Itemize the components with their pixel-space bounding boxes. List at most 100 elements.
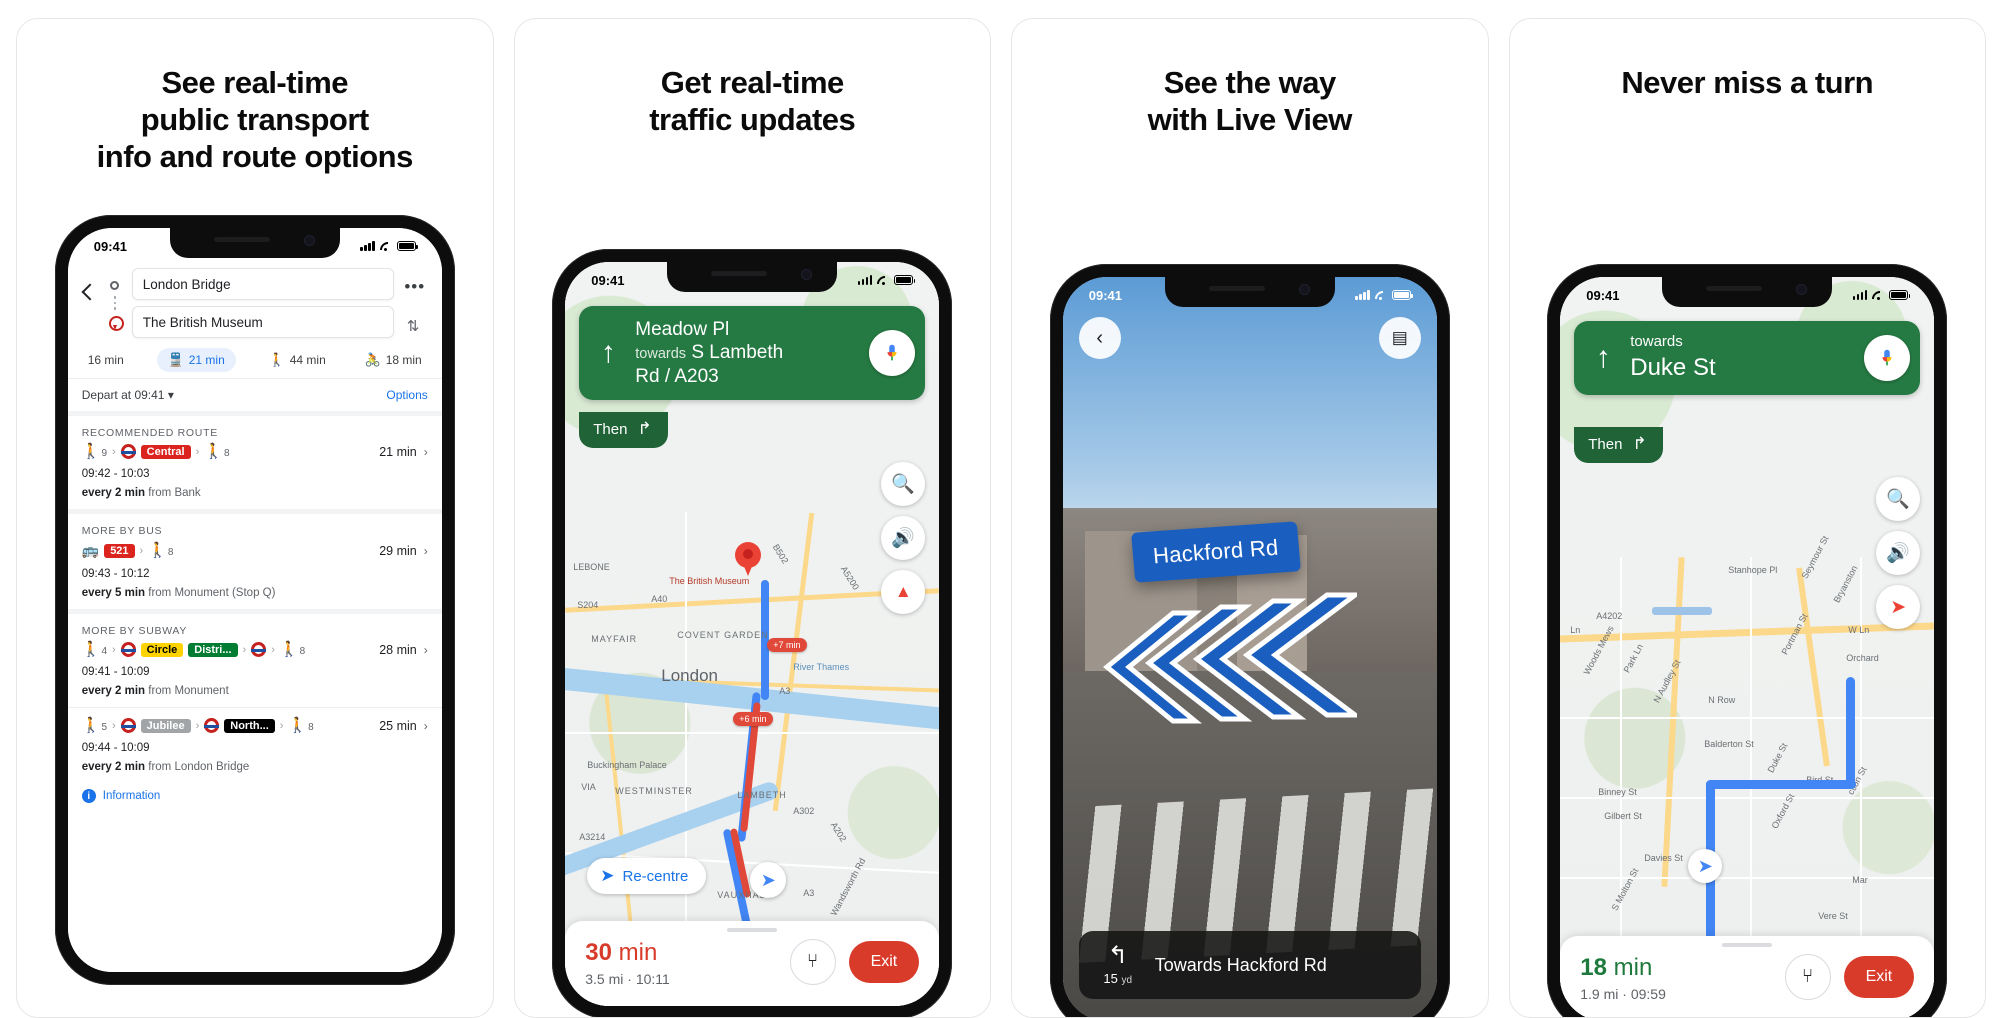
mode-transit-label: 21 min (188, 353, 225, 367)
map-label: A302 (793, 806, 815, 816)
walk-icon: 🚶 (268, 352, 285, 367)
nav-street: Meadow Pl (635, 319, 730, 340)
underground-icon (251, 642, 267, 657)
panel-transit: See real-time public transport info and … (16, 18, 494, 1018)
map-label: LEBONE (573, 562, 610, 572)
recentre-button[interactable]: ➤ Re-centre (587, 858, 707, 894)
route-summary: 🚶 4 › Circle Distri... › › 🚶 8 28 min › (82, 642, 428, 657)
speaker-icon[interactable]: 🔊 (1876, 531, 1921, 575)
search-actions: ••• ⇅ (400, 268, 430, 335)
search-icon[interactable]: 🔍 (881, 462, 926, 506)
navigation-bottom-sheet-2[interactable]: 30 min 3.5 mi · 10:11 ⑂ Exit (565, 920, 940, 1006)
alternate-routes-icon[interactable]: ⑂ (1784, 954, 1831, 1001)
microphone-icon[interactable] (1864, 334, 1911, 381)
leg-separator: › (112, 445, 116, 458)
route-fields: London Bridge The British Museum (131, 268, 394, 338)
phone-notch (667, 262, 838, 292)
compass-icon[interactable]: ▲ (881, 570, 926, 614)
transit-directions-body: London Bridge The British Museum ••• ⇅ 1… (67, 228, 442, 972)
route-duration: 25 min › (379, 718, 428, 733)
map-label: WESTMINSTER (615, 786, 693, 796)
origin-input[interactable]: London Bridge (131, 268, 394, 300)
information-label: Information (102, 790, 161, 802)
straight-arrow-icon: ↑ (600, 336, 616, 370)
exit-button[interactable]: Exit (1843, 956, 1915, 999)
mode-transit[interactable]: 🚆 21 min (156, 348, 236, 372)
eta-detail: 3.5 mi · 10:11 (585, 970, 670, 987)
route-row[interactable]: 🚶 5 › Jubilee › North... › 🚶 8 25 min › … (68, 708, 442, 783)
map-label-city: London (661, 666, 718, 685)
alternate-routes-icon[interactable]: ⑂ (789, 939, 836, 986)
walk-leg: 🚶 9 (81, 443, 107, 460)
destination-input[interactable]: The British Museum (131, 306, 394, 338)
bottom-sheet-actions: ⑂ Exit (1784, 954, 1915, 1001)
traffic-delay-badge: +7 min (767, 638, 807, 652)
nav-towards-2: Rd / A203 (635, 365, 719, 387)
map-label: LAMBETH (737, 790, 787, 800)
mode-drive[interactable]: 16 min (82, 349, 130, 371)
depart-time-selector[interactable]: Depart at 09:41 ▾ (82, 388, 174, 402)
route-row[interactable]: 🚌 521 › 🚶 8 29 min › 09:43 - 10:12 every… (68, 539, 442, 609)
speaker-icon[interactable]: 🔊 (881, 516, 926, 560)
panel-traffic: Get real-time traffic updates LEBONE S20… (513, 18, 991, 1018)
mode-bike[interactable]: 🚴 18 min (359, 348, 428, 372)
map-label: Gilbert St (1604, 811, 1642, 821)
route-row[interactable]: 🚶 9 › Central › 🚶 8 21 min › 09:42 - 10:… (68, 441, 442, 509)
streetview-card-icon[interactable]: ▤ (1378, 317, 1421, 359)
mode-walk[interactable]: 🚶 44 min (263, 348, 332, 372)
walk-leg: 🚶 8 (204, 443, 230, 460)
map-label: Davies St (1644, 853, 1683, 863)
phone-mockup-1: 09:41 London Bridge The British Museum •… (54, 215, 455, 985)
mode-bike-label: 18 min (385, 353, 422, 367)
map-label: Buckingham Palace (587, 760, 667, 770)
options-link[interactable]: Options (386, 388, 427, 402)
walk-leg: 🚶 8 (288, 717, 314, 734)
phone-screen-3: 09:41 ‹ ▤ Hackford Rd ↰ 15 yd Towards Ha… (1062, 277, 1437, 1017)
current-location-marker: ➤ (750, 862, 787, 898)
travel-mode-tabs: 16 min 🚆 21 min 🚶 44 min 🚴 18 min (68, 344, 442, 378)
navigation-arrow-icon[interactable]: ➤ (1876, 585, 1921, 629)
walk-icon: 🚶 (81, 717, 101, 734)
phone-mockup-2: LEBONE S204 MAYFAIR A40 B502 A5200 COVEN… (552, 249, 953, 1017)
route-summary: 🚶 9 › Central › 🚶 8 21 min › (82, 444, 428, 459)
straight-arrow-icon: ↑ (1595, 340, 1611, 374)
then-label: Then (593, 420, 628, 438)
map-controls-4: 🔍 🔊 ➤ (1876, 477, 1921, 629)
recentre-label: Re-centre (622, 867, 689, 885)
route-duration: 28 min › (379, 642, 428, 657)
nav-instruction-text: towards Duke St (1630, 333, 1854, 383)
route-times: 09:42 - 10:03 (81, 468, 150, 480)
phone-screen-1: 09:41 London Bridge The British Museum •… (67, 228, 442, 972)
route-frequency: every 2 min from Bank (81, 487, 201, 499)
walk-icon: 🚶 (279, 641, 299, 658)
route-legs: 🚶 9 › Central › 🚶 8 (82, 444, 230, 459)
chevron-right-icon: › (423, 718, 428, 733)
map-label: A3 (779, 686, 791, 696)
route-times: 09:44 - 10:09 (81, 742, 150, 754)
back-arrow-icon[interactable] (78, 282, 98, 302)
map-label: COVENT GARDEN (677, 630, 769, 640)
back-chevron-icon[interactable]: ‹ (1078, 317, 1121, 359)
search-icon[interactable]: 🔍 (1876, 477, 1921, 521)
microphone-icon[interactable] (869, 330, 916, 377)
chevron-right-icon: › (423, 444, 428, 459)
navigation-bottom-sheet-4[interactable]: 18 min 1.9 mi · 09:59 ⑂ Exit (1560, 935, 1935, 1017)
route-group-subway: MORE BY SUBWAY 🚶 4 › Circle Distri... › … (67, 614, 442, 813)
phone-notch (1164, 277, 1335, 307)
route-search-header: London Bridge The British Museum ••• ⇅ (68, 260, 442, 344)
then-next-turn: Then ↱ (1574, 427, 1663, 463)
bike-icon: 🚴 (364, 352, 381, 367)
ellipsis-icon[interactable]: ••• (404, 278, 425, 295)
route-row[interactable]: 🚶 4 › Circle Distri... › › 🚶 8 28 min › … (68, 639, 442, 707)
underground-icon (120, 718, 136, 733)
panel-title-3: See the way with Live View (1147, 65, 1353, 137)
underground-icon (120, 642, 136, 657)
group-label: RECOMMENDED ROUTE (81, 427, 218, 439)
turn-info: ↰ 15 yd (1095, 944, 1141, 987)
information-link[interactable]: i Information (68, 783, 442, 813)
wifi-icon (1872, 290, 1884, 301)
exit-button[interactable]: Exit (848, 941, 920, 984)
wifi-icon (1375, 290, 1387, 301)
line-chip: North... (224, 718, 275, 733)
swap-icon[interactable]: ⇅ (407, 317, 423, 335)
